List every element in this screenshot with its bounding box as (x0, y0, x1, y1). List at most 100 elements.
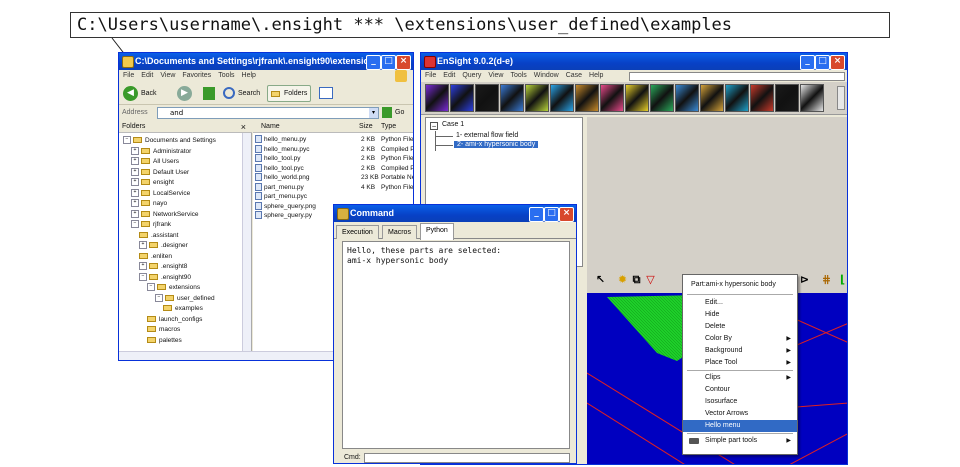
file-row[interactable]: hello_menu.pyc 2 KB Compiled P (255, 144, 413, 154)
address-dropdown-icon[interactable]: ▾ (369, 108, 378, 118)
tree-item[interactable]: + Default User (131, 167, 189, 177)
tree-expander-icon[interactable]: + (131, 146, 139, 155)
explorer-menu-file[interactable]: File (123, 72, 134, 79)
tree-expander-icon[interactable]: + (131, 188, 139, 197)
ensight-menu-file[interactable]: File (425, 72, 436, 79)
menu-item-simple-part-tools[interactable]: Simple part tools ▶ (683, 435, 797, 447)
tree-item[interactable]: launch_configs (147, 315, 202, 324)
toolbar-tool-icon[interactable] (625, 84, 649, 112)
tree-item[interactable]: + NetworkService (131, 209, 199, 219)
tree-expander-icon[interactable]: + (131, 167, 139, 176)
toolbar-tool-icon[interactable] (725, 84, 749, 112)
menu-item-contour[interactable]: Contour (683, 384, 797, 396)
search-icon[interactable] (223, 87, 235, 99)
back-arrow-icon[interactable]: ◀ (123, 86, 138, 101)
up-folder-icon[interactable] (203, 87, 215, 100)
line-tool-icon[interactable]: ⊳ (797, 272, 812, 287)
select-cursor-icon[interactable]: ↖ (593, 272, 608, 287)
part-item-selected[interactable]: 2- ami-x hypersonic body (454, 141, 539, 148)
toolbar-tool-icon[interactable] (450, 84, 474, 112)
explorer-menu-favorites[interactable]: Favorites (182, 72, 211, 79)
axis-icon[interactable]: ⌊ (835, 272, 847, 287)
toolbar-tool-icon[interactable] (550, 84, 574, 112)
toolbar-tool-icon[interactable] (775, 84, 799, 112)
tree-expander-icon[interactable]: + (139, 241, 147, 250)
menu-item-background[interactable]: Background ▶ (683, 345, 797, 357)
tree-item[interactable]: − extensions (147, 283, 200, 292)
toolbar-tool-icon[interactable] (500, 84, 524, 112)
tree-item[interactable]: examples (163, 304, 203, 313)
tree-expander-icon[interactable]: − (139, 272, 147, 281)
plane-icon[interactable]: ▽ (643, 272, 658, 287)
file-row[interactable]: hello_tool.pyc 2 KB Compiled P (255, 163, 413, 173)
tree-item[interactable]: − Documents and Settings (123, 136, 216, 145)
folders-button[interactable]: Folders (267, 85, 311, 102)
tree-expander-icon[interactable]: + (131, 157, 139, 166)
case-expander[interactable]: − (430, 122, 438, 130)
tree-scrollbar[interactable] (242, 133, 251, 351)
menu-item-isosurface[interactable]: Isosurface (683, 396, 797, 408)
explorer-menu-edit[interactable]: Edit (141, 72, 153, 79)
ensight-menu-tools[interactable]: Tools (510, 72, 526, 79)
ensight-menu-query[interactable]: Query (462, 72, 481, 79)
file-row[interactable]: hello_world.png 23 KB Portable Ne (255, 173, 413, 182)
close-button[interactable]: × (559, 207, 574, 222)
go-arrow-icon[interactable] (382, 107, 392, 118)
forward-arrow-icon[interactable]: ▶ (177, 86, 192, 101)
col-name[interactable]: Name (261, 123, 280, 130)
toolbar-tool-icon[interactable] (700, 84, 724, 112)
file-row[interactable]: hello_tool.py 2 KB Python File (255, 154, 413, 163)
toolbar-tool-icon[interactable] (600, 84, 624, 112)
toolbar-tool-icon[interactable] (425, 84, 449, 112)
tree-item[interactable]: + All Users (131, 157, 179, 166)
ensight-titlebar[interactable]: EnSight 9.0.2(d-e) (421, 53, 847, 70)
toolbar-tool-icon[interactable] (475, 84, 499, 112)
minimize-button[interactable]: _ (800, 55, 815, 70)
case-label[interactable]: Case 1 (442, 121, 464, 128)
tree-expander-icon[interactable]: − (131, 220, 139, 229)
ensight-menu-edit[interactable]: Edit (443, 72, 455, 79)
tree-item[interactable]: + ensight (131, 178, 174, 187)
file-row[interactable]: part_menu.py 4 KB Python File (255, 182, 413, 192)
toolbar-tool-icon[interactable] (575, 84, 599, 112)
toolbar-tool-icon[interactable] (525, 84, 549, 112)
close-button[interactable]: × (396, 55, 411, 70)
menu-item-place-tool[interactable]: Place Tool ▶ (683, 357, 797, 369)
tab-execution[interactable]: Execution (336, 225, 379, 239)
ensight-menu-case[interactable]: Case (566, 72, 582, 79)
menu-item-edit[interactable]: Edit... (683, 297, 797, 309)
menu-item-hello-menu[interactable]: Hello menu (683, 420, 797, 432)
tab-python[interactable]: Python (420, 223, 454, 240)
cmd-input[interactable] (364, 453, 570, 463)
starburst-icon[interactable]: ✹ (615, 272, 630, 287)
ensight-menu-view[interactable]: View (488, 72, 503, 79)
menu-item-clips[interactable]: Clips ▶ (683, 372, 797, 384)
file-row[interactable]: part_menu.pyc (255, 192, 413, 201)
part-item[interactable]: 1- external flow field (456, 132, 518, 139)
menu-item-vector-arrows[interactable]: Vector Arrows (683, 408, 797, 420)
grid-icon[interactable]: ⋕ (819, 272, 834, 287)
toolbar-tool-icon[interactable] (675, 84, 699, 112)
address-field[interactable]: and Settings\rjfrank\.ensight90\extensio… (157, 107, 379, 119)
tree-expander-icon[interactable]: + (131, 209, 139, 218)
tree-item[interactable]: − user_defined (155, 293, 215, 303)
tab-macros[interactable]: Macros (382, 225, 417, 239)
ensight-menu-help[interactable]: Help (589, 72, 603, 79)
maximize-button[interactable]: □ (381, 55, 396, 70)
cube-icon[interactable]: ⧉ (629, 272, 644, 287)
menu-item-hide[interactable]: Hide (683, 309, 797, 321)
tree-item[interactable]: macros (147, 325, 180, 334)
tree-expander-icon[interactable]: + (131, 178, 139, 187)
back-label[interactable]: Back (141, 90, 157, 97)
close-button[interactable]: × (830, 55, 845, 70)
ensight-menu-window[interactable]: Window (534, 72, 559, 79)
col-size[interactable]: Size (359, 123, 373, 130)
explorer-menu-view[interactable]: View (160, 72, 175, 79)
tree-expander-icon[interactable]: − (123, 136, 131, 145)
col-type[interactable]: Type (381, 123, 396, 130)
tree-expander-icon[interactable]: + (139, 262, 147, 271)
toolbar-tool-icon[interactable] (750, 84, 774, 112)
tree-item[interactable]: .assistant (139, 231, 178, 240)
file-row[interactable]: hello_menu.py 2 KB Python File (255, 135, 413, 144)
tree-item[interactable]: + Administrator (131, 146, 191, 156)
